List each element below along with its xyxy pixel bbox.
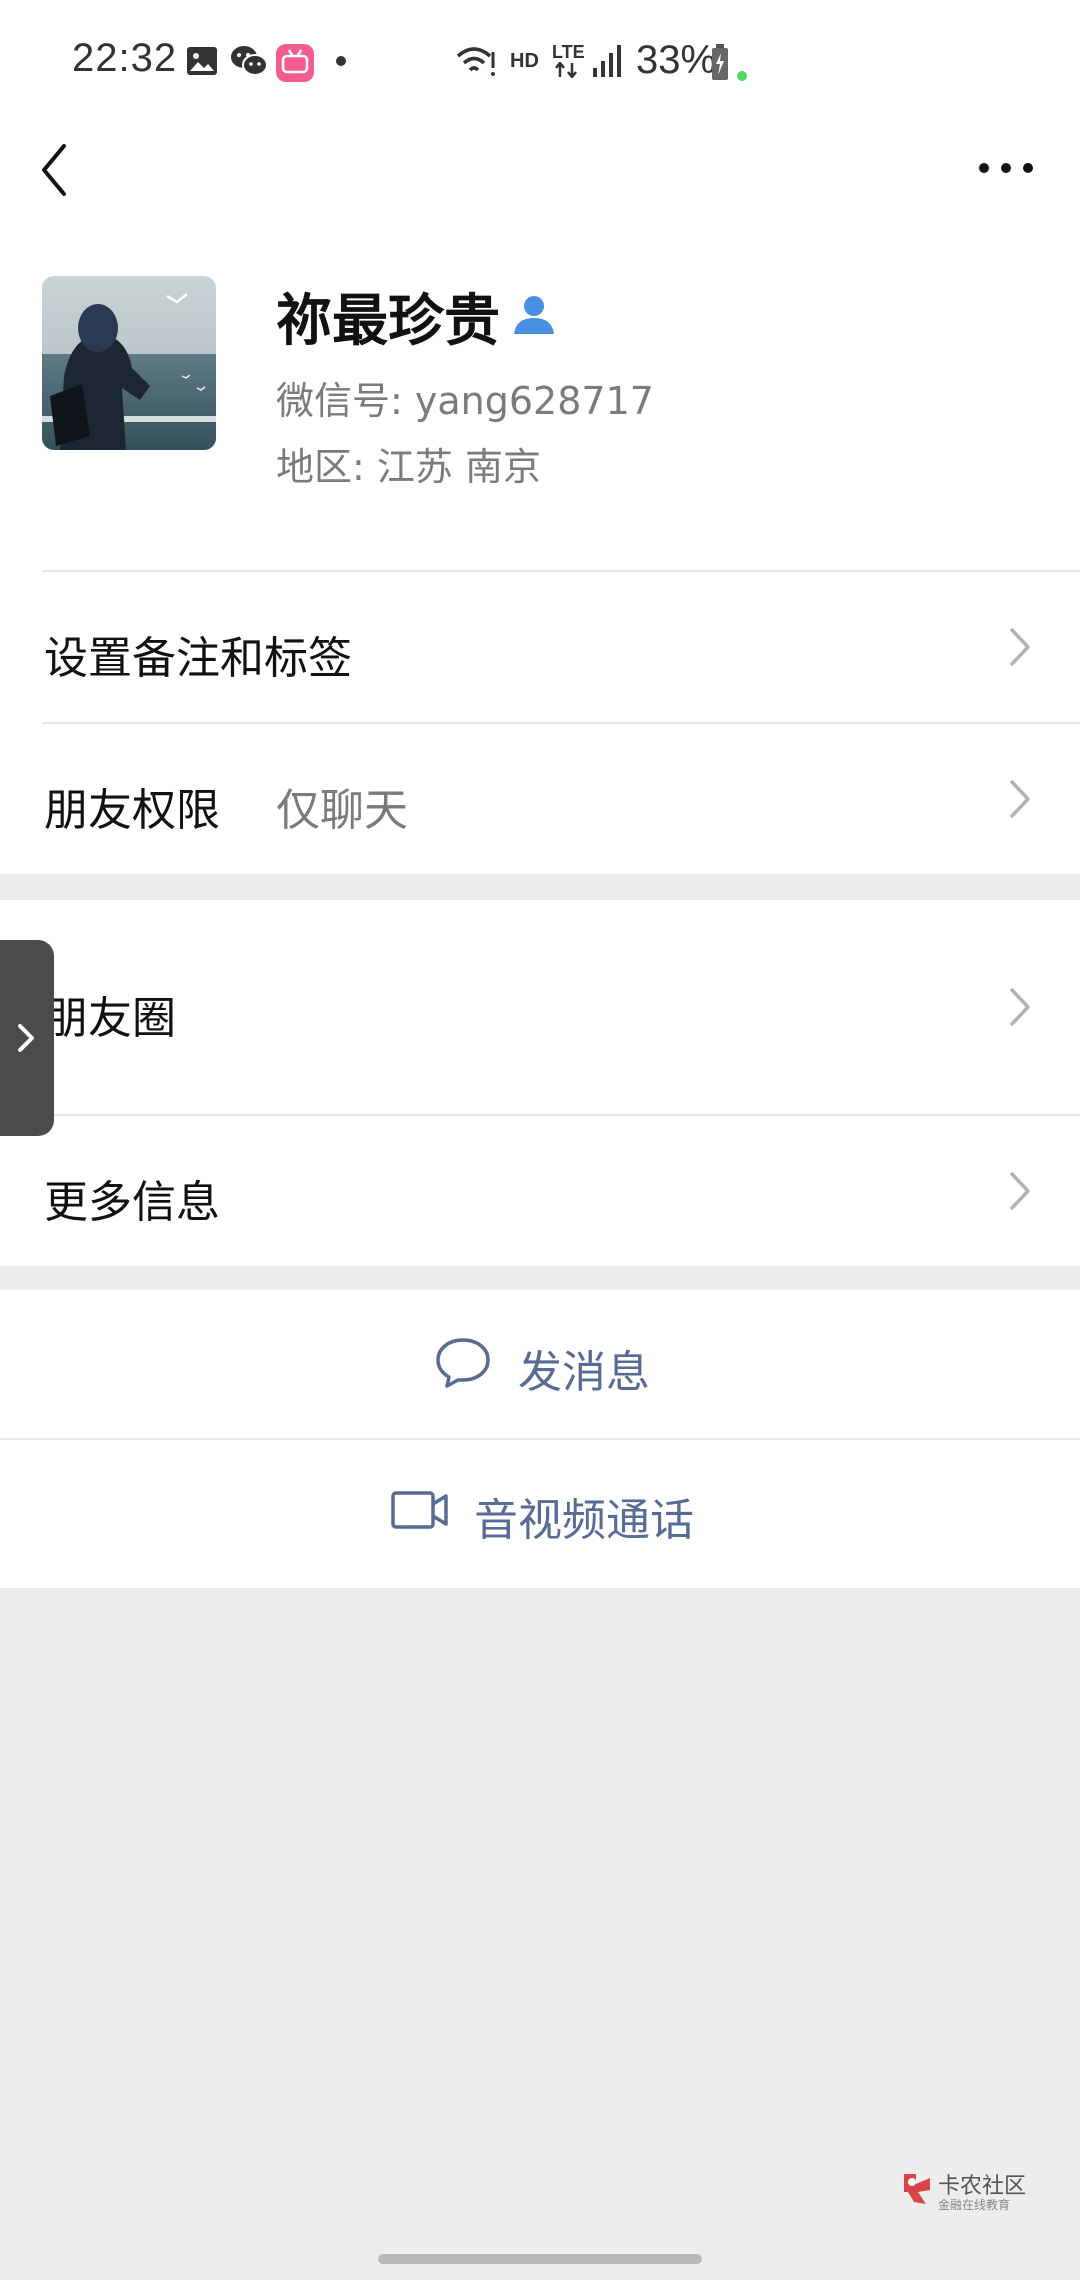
contact-person-icon [514, 296, 554, 334]
region: 地区: 江苏 南京 [276, 445, 541, 489]
avatar-image [42, 276, 216, 450]
network-lte-label: LTE [552, 42, 585, 62]
side-panel-handle[interactable] [0, 940, 54, 1136]
wechat-icon [231, 46, 268, 76]
kanong-logo-icon [904, 2174, 930, 2204]
more-info-row[interactable]: 更多信息 [0, 1116, 1080, 1266]
moments-row[interactable]: 朋友圈 [0, 900, 1080, 1114]
chevron-right-icon [1010, 780, 1030, 818]
network-hd-label: HD [510, 50, 539, 72]
notification-dot-icon [336, 56, 346, 66]
chat-bubble-icon [436, 1338, 490, 1388]
back-button[interactable] [36, 140, 76, 200]
contact-name: 祢最珍贵 [276, 289, 500, 354]
avatar[interactable] [42, 276, 216, 450]
remark-tags-row[interactable]: 设置备注和标签 [0, 572, 1080, 722]
watermark-subtitle: 金融在线教育 [938, 2198, 1011, 2212]
battery-percent: 33% [636, 38, 717, 82]
lte-arrows-icon [555, 62, 577, 78]
friend-permission-row[interactable]: 朋友权限 仅聊天 [0, 724, 1080, 874]
more-options-button[interactable] [976, 150, 1036, 186]
gallery-icon [187, 47, 217, 75]
chevron-right-icon [18, 1024, 34, 1052]
chevron-right-icon [1010, 1172, 1030, 1210]
video-call-label: 音视频通话 [474, 1495, 694, 1546]
battery-icon [712, 44, 747, 81]
wifi-icon [456, 47, 495, 76]
signal-icon [593, 45, 621, 77]
send-message-label: 发消息 [518, 1347, 650, 1398]
status-bar: 22:32 HD LTE 33% [0, 0, 1080, 120]
friend-permission-label: 朋友权限 [44, 785, 220, 836]
bilibili-icon [276, 44, 314, 82]
kanong-watermark: 卡农社区 金融在线教育 [900, 2170, 1026, 2212]
home-indicator[interactable] [378, 2254, 702, 2264]
more-info-label: 更多信息 [44, 1177, 220, 1228]
friend-permission-value: 仅聊天 [276, 785, 408, 836]
remark-tags-label: 设置备注和标签 [44, 633, 352, 684]
chevron-right-icon [1010, 628, 1030, 666]
status-time: 22:32 [72, 36, 178, 80]
video-camera-icon [391, 1491, 448, 1529]
chevron-right-icon [1010, 988, 1030, 1026]
moments-label: 朋友圈 [44, 993, 176, 1044]
send-message-button[interactable]: 发消息 [0, 1290, 1080, 1438]
video-call-button[interactable]: 音视频通话 [0, 1440, 1080, 1588]
wechat-id[interactable]: 微信号: yang628717 [276, 370, 654, 425]
